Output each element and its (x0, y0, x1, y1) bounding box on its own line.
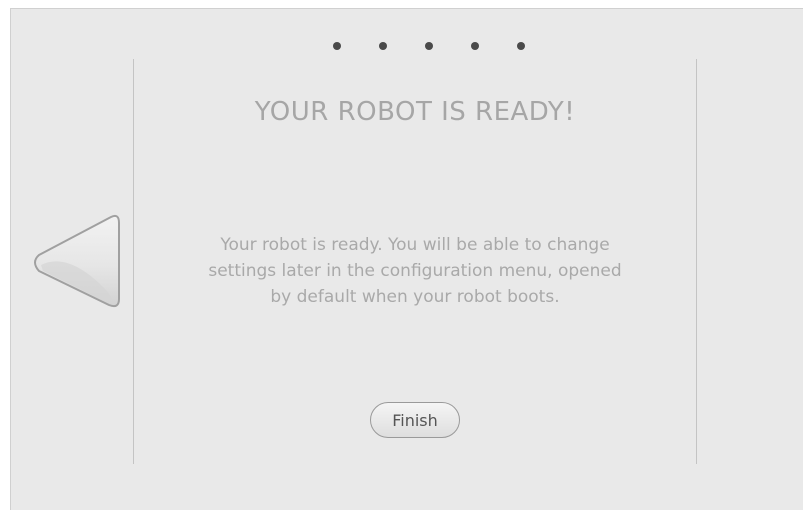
page-title: YOUR ROBOT IS READY! (254, 97, 576, 127)
message-line: by default when your robot boots. (270, 287, 560, 307)
step-dot (379, 42, 387, 50)
step-dot (425, 42, 433, 50)
step-dot (517, 42, 525, 50)
step-dot (471, 42, 479, 50)
right-divider (696, 59, 697, 464)
message-line: Your robot is ready. You will be able to… (220, 235, 610, 255)
message-line: settings later in the configuration menu… (208, 261, 622, 281)
back-button[interactable] (29, 213, 121, 311)
wizard-panel: YOUR ROBOT IS READY! Your robot is ready… (10, 8, 803, 510)
triangle-left-icon (34, 214, 120, 308)
ready-message: Your robot is ready. You will be able to… (134, 232, 696, 310)
step-dot (333, 42, 341, 50)
finish-button[interactable]: Finish (370, 402, 460, 438)
step-indicator (333, 42, 525, 50)
